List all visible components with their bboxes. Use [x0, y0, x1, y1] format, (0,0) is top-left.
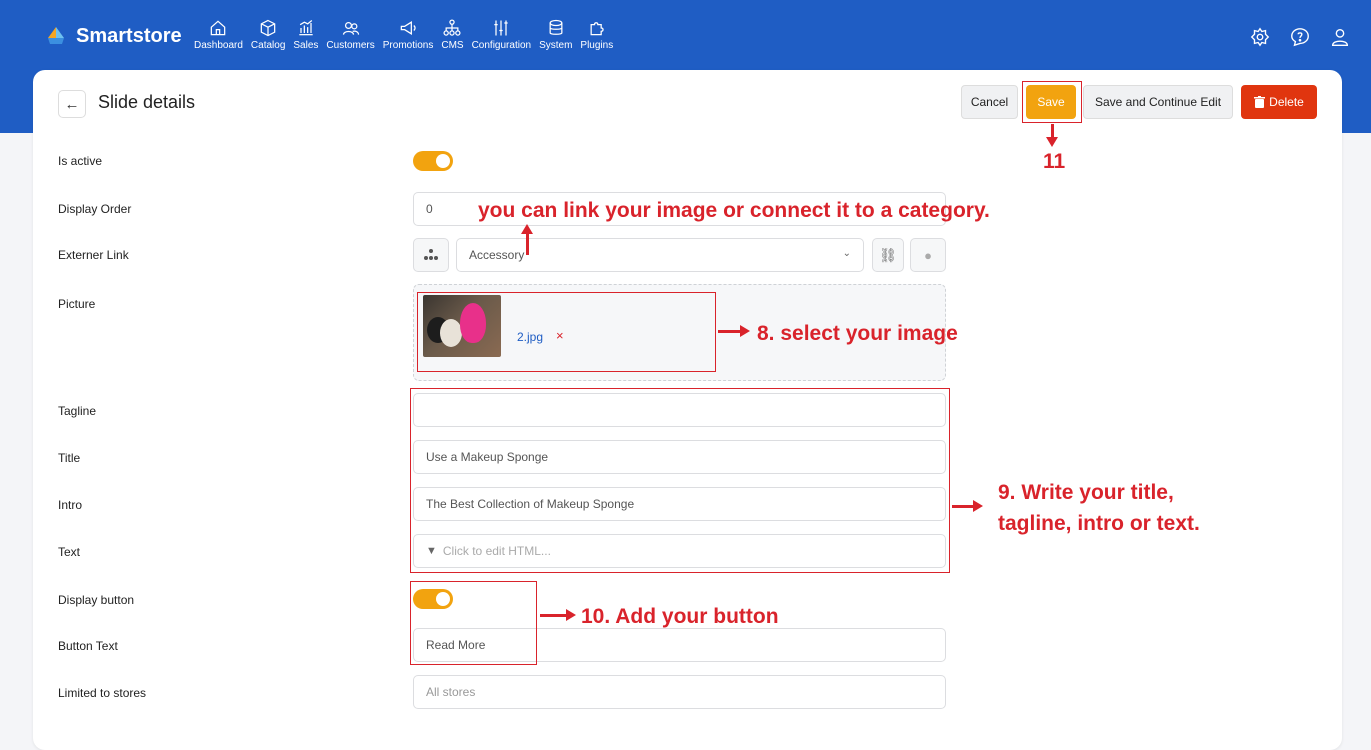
users-icon: [342, 21, 359, 35]
question-circle-icon: ●: [924, 247, 932, 263]
brand[interactable]: Smartstore: [44, 24, 182, 48]
brand-name: Smartstore: [76, 24, 182, 47]
text-fields-highlight-box: [410, 388, 950, 573]
external-link-select[interactable]: Accessory ⌄: [456, 238, 864, 272]
nav-system[interactable]: System: [535, 18, 576, 51]
nav-promotions-label: Promotions: [382, 40, 434, 51]
picture-highlight-box: [417, 292, 716, 372]
step9-line1: 9. Write your title,: [998, 481, 1174, 504]
step8-arrow: [718, 325, 750, 337]
is-active-toggle[interactable]: [413, 151, 453, 171]
nav-dashboard[interactable]: Dashboard: [190, 18, 247, 51]
nav-promotions[interactable]: Promotions: [379, 18, 438, 51]
nav-sales-label: Sales: [293, 40, 319, 51]
trash-icon: [1254, 96, 1266, 108]
display-order-value: 0: [426, 202, 433, 216]
delete-button-label: Delete: [1269, 95, 1304, 109]
display-button-label: Display button: [58, 593, 135, 607]
picture-label: Picture: [58, 297, 96, 311]
user-icon[interactable]: [1329, 26, 1351, 48]
gear-icon[interactable]: [1249, 26, 1271, 48]
link-help-button[interactable]: ●: [910, 238, 946, 272]
unlink-icon: ⛓: [879, 246, 897, 263]
nav-catalog[interactable]: Catalog: [247, 18, 289, 51]
home-icon: [211, 20, 226, 36]
nav-sales[interactable]: Sales: [289, 18, 322, 51]
limited-stores-select[interactable]: All stores: [413, 675, 946, 709]
nav-dashboard-label: Dashboard: [194, 40, 243, 51]
sliders-icon: [494, 20, 508, 36]
external-link-value: Accessory: [469, 248, 525, 262]
nav-configuration[interactable]: Configuration: [468, 18, 535, 51]
nav-configuration-label: Configuration: [471, 40, 532, 51]
step10-arrow: [540, 609, 576, 621]
sitemap-icon: [424, 249, 438, 260]
unlink-button[interactable]: ⛓: [872, 238, 904, 272]
tagline-label: Tagline: [58, 404, 97, 418]
cancel-button[interactable]: Cancel: [961, 85, 1018, 119]
nav-plugins-label: Plugins: [580, 40, 614, 51]
smartstore-logo-icon: [48, 27, 64, 44]
step11-arrow: [1046, 124, 1058, 147]
nav-cms-label: CMS: [441, 40, 464, 51]
link-note-text: you can link your image or connect it to…: [478, 199, 990, 222]
display-order-label: Display Order: [58, 202, 132, 216]
cube-icon: [260, 19, 276, 37]
step9-arrow: [952, 500, 983, 512]
nav-system-label: System: [539, 40, 573, 51]
step9-line2: tagline, intro or text.: [998, 512, 1200, 535]
puzzle-icon: [590, 22, 604, 36]
button-text-label: Button Text: [58, 639, 118, 653]
delete-button[interactable]: Delete: [1241, 85, 1317, 119]
step10-text: 10. Add your button: [581, 605, 779, 628]
save-continue-button[interactable]: Save and Continue Edit: [1083, 85, 1233, 119]
nav-catalog-label: Catalog: [250, 40, 286, 51]
chevron-down-icon: ⌄: [842, 248, 851, 259]
nav-plugins[interactable]: Plugins: [576, 18, 617, 51]
arrow-left-icon: ←: [64, 95, 80, 113]
link-type-button[interactable]: [413, 238, 449, 272]
save-highlight-box: [1022, 81, 1082, 123]
help-icon[interactable]: [1289, 26, 1311, 48]
sitemap-icon: [443, 19, 461, 36]
step8-text: 8. select your image: [757, 322, 958, 345]
database-icon: [549, 19, 563, 35]
external-link-label: Externer Link: [58, 248, 129, 262]
back-button[interactable]: ←: [58, 90, 86, 118]
button-highlight-box: [410, 581, 537, 665]
top-right-tools: [1249, 26, 1351, 48]
main-nav: Dashboard Catalog Sales Customers Promot…: [190, 18, 617, 51]
nav-customers-label: Customers: [326, 40, 375, 51]
link-note-arrow: [521, 224, 533, 255]
limited-stores-label: Limited to stores: [58, 686, 147, 700]
is-active-label: Is active: [58, 154, 103, 168]
limited-stores-placeholder: All stores: [426, 685, 476, 699]
step11-text: 11: [1043, 150, 1066, 173]
chart-icon: [299, 20, 313, 36]
page-title: Slide details: [98, 92, 196, 112]
intro-label: Intro: [58, 498, 83, 512]
nav-cms[interactable]: CMS: [437, 18, 467, 51]
text-label: Text: [58, 545, 81, 559]
nav-customers[interactable]: Customers: [322, 18, 378, 51]
title-label: Title: [58, 451, 81, 465]
megaphone-icon: [400, 21, 416, 35]
